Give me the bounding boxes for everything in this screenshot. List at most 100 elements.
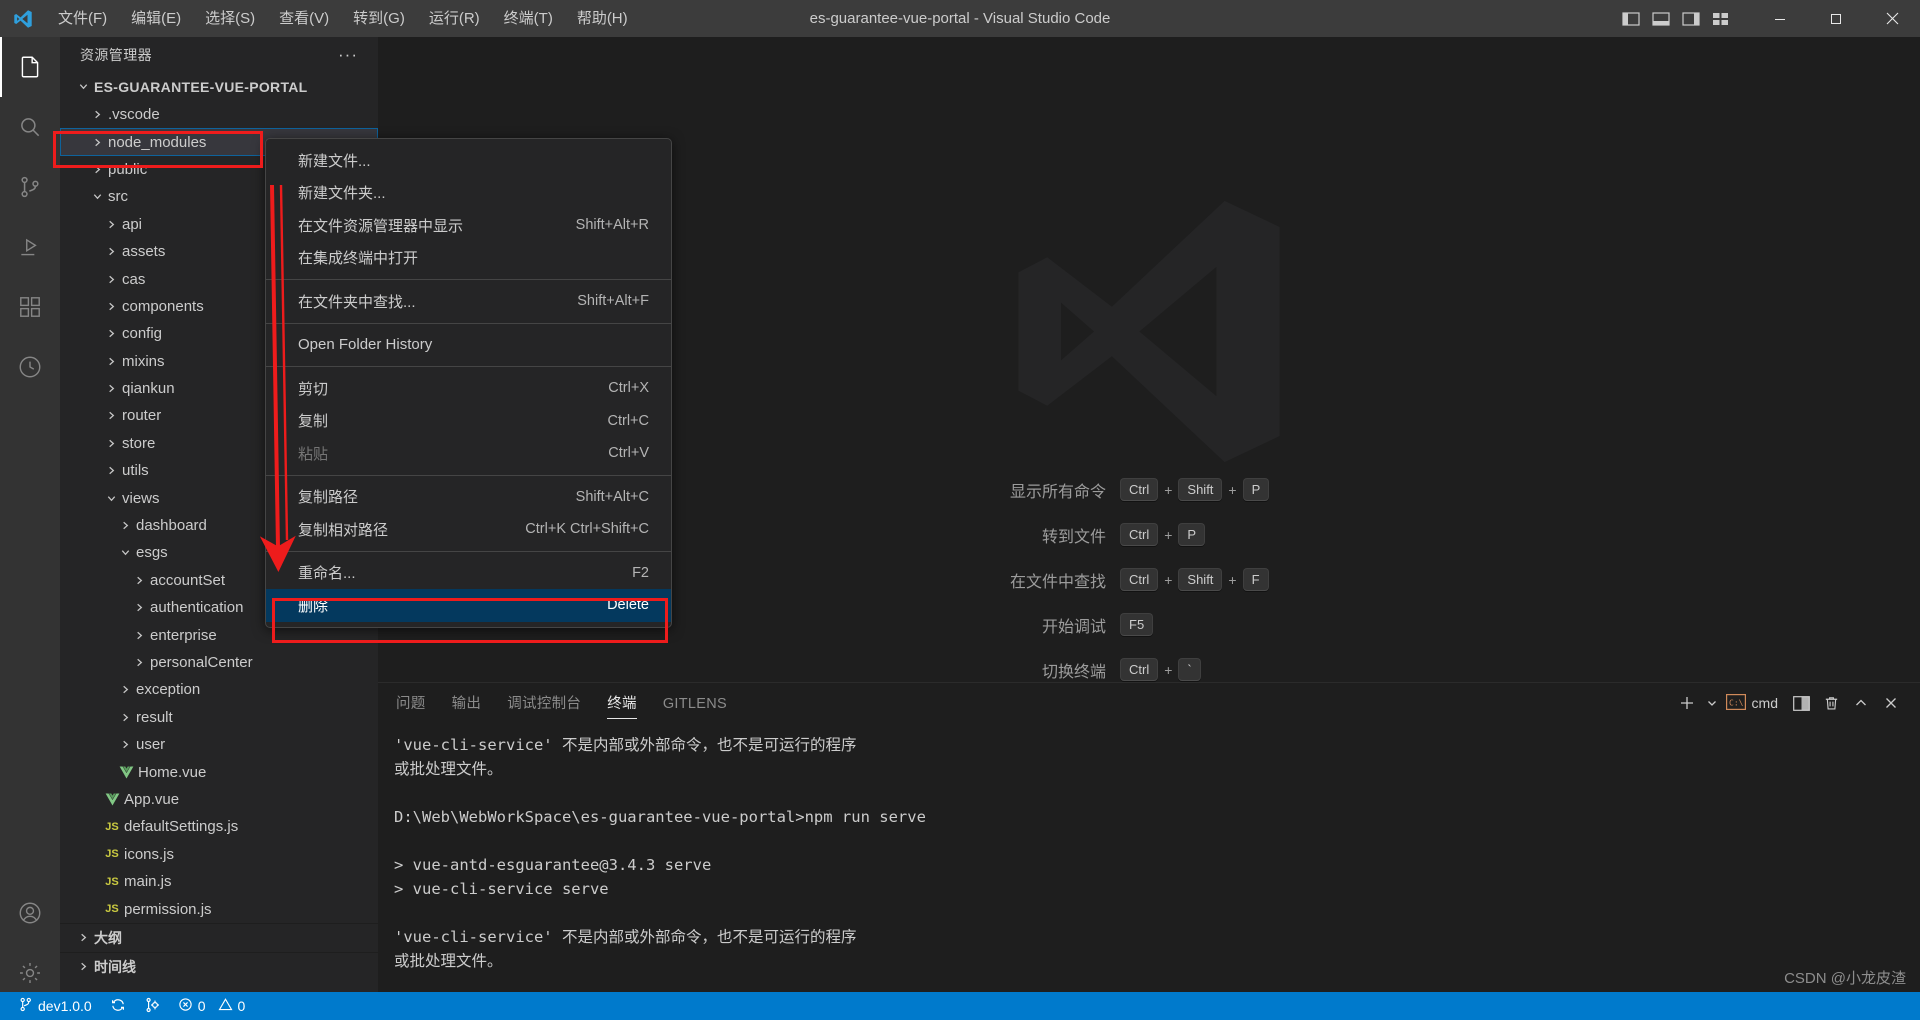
menu-terminal[interactable]: 终端(T) xyxy=(492,0,565,37)
context-menu-item[interactable]: 复制路径 Shift+Alt+C xyxy=(266,481,671,514)
key-separator: + xyxy=(1228,481,1237,498)
vscode-watermark-logo xyxy=(984,166,1314,501)
tree-item-result[interactable]: result xyxy=(60,704,378,731)
tree-item-exception[interactable]: exception xyxy=(60,676,378,703)
activitybar-item-accounts[interactable] xyxy=(0,883,60,943)
menu-view[interactable]: 查看(V) xyxy=(267,0,341,37)
trash-icon[interactable] xyxy=(1816,688,1846,718)
menu-file[interactable]: 文件(F) xyxy=(46,0,119,37)
tree-item-home.vue[interactable]: Home.vue xyxy=(60,758,378,785)
keycap: Ctrl xyxy=(1120,523,1159,546)
tree-item-.vscode[interactable]: .vscode xyxy=(60,101,378,128)
tree-item-label: api xyxy=(122,215,143,233)
context-menu-item-label: 在文件资源管理器中显示 xyxy=(298,217,464,235)
sidebar-section-outline[interactable]: 大纲 xyxy=(60,922,378,952)
panel-tab-0[interactable]: 问题 xyxy=(396,683,426,723)
context-menu-item[interactable]: 重命名... F2 xyxy=(266,557,671,590)
welcome-shortcut-row: 转到文件 Ctrl + P xyxy=(984,512,1314,557)
toggle-panel-icon[interactable] xyxy=(1648,6,1674,32)
context-menu-item[interactable]: 复制 Ctrl+C xyxy=(266,405,671,438)
context-menu-item-shortcut: Ctrl+V xyxy=(608,445,649,462)
context-menu-item-shortcut: F2 xyxy=(632,564,649,581)
menu-bar[interactable]: 文件(F) 编辑(E) 选择(S) 查看(V) 转到(G) 运行(R) 终端(T… xyxy=(46,0,640,37)
window-close-button[interactable] xyxy=(1864,0,1920,37)
panel-action-bar[interactable]: C:\ cmd xyxy=(1672,683,1906,723)
tree-item-user[interactable]: user xyxy=(60,731,378,758)
toggle-primary-sidebar-icon[interactable] xyxy=(1618,6,1644,32)
panel-tab-3[interactable]: 终端 xyxy=(607,683,637,723)
toggle-secondary-sidebar-icon[interactable] xyxy=(1678,6,1704,32)
context-menu-item[interactable]: 在文件资源管理器中显示 Shift+Alt+R xyxy=(266,209,671,242)
chevron-down-icon[interactable] xyxy=(1702,688,1722,718)
context-menu-item[interactable]: 在集成终端中打开 xyxy=(266,242,671,275)
context-menu-item[interactable]: Open Folder History xyxy=(266,329,671,362)
activitybar-item-explorer[interactable] xyxy=(0,37,60,97)
welcome-shortcut-keys: Ctrl + P xyxy=(1120,523,1206,546)
title-bar: 文件(F) 编辑(E) 选择(S) 查看(V) 转到(G) 运行(R) 终端(T… xyxy=(0,0,1920,37)
tree-item-app.vue[interactable]: App.vue xyxy=(60,786,378,813)
chevron-right-icon xyxy=(130,602,148,613)
activitybar-item-gitlens[interactable] xyxy=(0,337,60,397)
chevron-right-icon xyxy=(116,520,134,531)
activitybar-item-run-and-debug[interactable] xyxy=(0,217,60,277)
terminal-shell-indicator[interactable]: C:\ cmd xyxy=(1725,693,1778,713)
chevron-right-icon xyxy=(102,219,120,230)
status-sync[interactable] xyxy=(101,992,135,1020)
menu-selection[interactable]: 选择(S) xyxy=(193,0,267,37)
activitybar-item-search[interactable] xyxy=(0,97,60,157)
tree-item-defaultsettings.js[interactable]: JS defaultSettings.js xyxy=(60,813,378,840)
welcome-shortcut-keys: Ctrl + Shift + P xyxy=(1120,478,1270,501)
tree-item-icons.js[interactable]: JS icons.js xyxy=(60,841,378,868)
explorer-root-folder[interactable]: ES-GUARANTEE-VUE-PORTAL xyxy=(60,72,378,101)
context-menu-separator xyxy=(266,366,671,367)
outline-section-label: 大纲 xyxy=(94,929,122,946)
tree-item-label: .vscode xyxy=(108,106,160,124)
tree-item-permission.js[interactable]: JS permission.js xyxy=(60,895,378,922)
customize-layout-icon[interactable] xyxy=(1708,6,1734,32)
tree-item-personalcenter[interactable]: personalCenter xyxy=(60,649,378,676)
sidebar-section-timeline[interactable]: 时间线 xyxy=(60,951,378,981)
js-file-icon: JS xyxy=(105,848,119,861)
sidebar-more-actions-icon[interactable]: ··· xyxy=(338,45,358,65)
welcome-shortcut-label: 切换终端 xyxy=(1041,663,1106,681)
tree-item-label: config xyxy=(122,325,163,343)
status-branch[interactable]: dev1.0.0 xyxy=(0,992,101,1020)
split-editor-icon[interactable] xyxy=(1786,688,1816,718)
context-menu-item[interactable]: 新建文件... xyxy=(266,144,671,177)
context-menu-item[interactable]: 剪切 Ctrl+X xyxy=(266,372,671,405)
panel-tab-1[interactable]: 输出 xyxy=(452,683,482,723)
chevron-right-icon xyxy=(102,410,120,421)
panel-tab-2[interactable]: 调试控制台 xyxy=(507,683,581,723)
activitybar-item-extensions[interactable] xyxy=(0,277,60,337)
context-menu-item[interactable]: 删除 Delete xyxy=(266,589,671,622)
panel-tab-4[interactable]: GITLENS xyxy=(663,683,727,723)
close-icon[interactable] xyxy=(1876,688,1906,718)
terminal-output[interactable]: 'vue-cli-service' 不是内部或外部命令，也不是可运行的程序 或批处… xyxy=(378,723,1920,1003)
chevron-up-icon[interactable] xyxy=(1846,688,1876,718)
context-menu-item[interactable]: 复制相对路径 Ctrl+K Ctrl+Shift+C xyxy=(266,513,671,546)
chevron-right-icon xyxy=(74,932,92,943)
new-terminal-icon[interactable] xyxy=(1672,688,1702,718)
context-menu-item[interactable]: 在文件夹中查找... Shift+Alt+F xyxy=(266,285,671,318)
welcome-shortcut-keys: Ctrl + ` xyxy=(1120,658,1201,681)
context-menu-item[interactable]: 新建文件夹... xyxy=(266,177,671,210)
tree-item-label: Home.vue xyxy=(138,763,207,781)
welcome-shortcut-row: 显示所有命令 Ctrl + Shift + P xyxy=(984,467,1314,512)
window-minimize-button[interactable] xyxy=(1752,0,1808,37)
menu-go[interactable]: 转到(G) xyxy=(341,0,417,37)
menu-edit[interactable]: 编辑(E) xyxy=(119,0,193,37)
terminal-cmd-icon: C:\ xyxy=(1725,693,1746,713)
context-menu-item-label: 删除 xyxy=(298,597,329,615)
status-gitlens[interactable] xyxy=(135,992,169,1020)
status-problems[interactable]: 0 0 xyxy=(169,992,255,1020)
welcome-shortcut-row: 切换终端 Ctrl + ` xyxy=(984,647,1314,682)
tree-item-label: mixins xyxy=(122,352,165,370)
menu-help[interactable]: 帮助(H) xyxy=(565,0,640,37)
layout-controls[interactable] xyxy=(1618,6,1734,32)
menu-run[interactable]: 运行(R) xyxy=(417,0,492,37)
window-maximize-button[interactable] xyxy=(1808,0,1864,37)
source-control-branch-icon xyxy=(18,997,33,1015)
explorer-context-menu[interactable]: 新建文件... 新建文件夹... 在文件资源管理器中显示 Shift+Alt+R 在集成… xyxy=(265,138,672,628)
activitybar-item-source-control[interactable] xyxy=(0,157,60,217)
tree-item-main.js[interactable]: JS main.js xyxy=(60,868,378,895)
